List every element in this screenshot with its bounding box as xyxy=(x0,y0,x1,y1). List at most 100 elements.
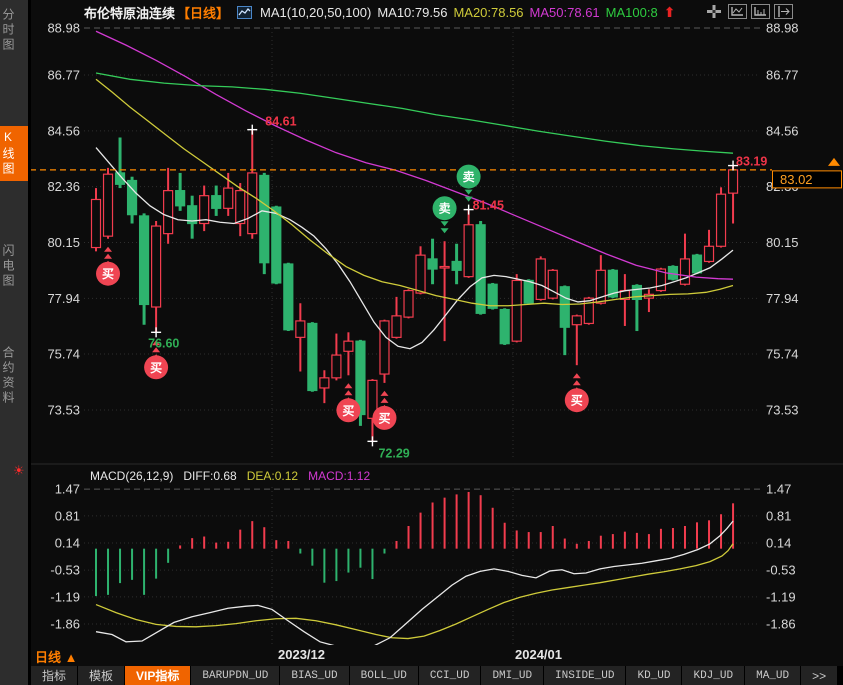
buy-arrow-icon xyxy=(344,390,352,395)
sidebar-tab-contract-info[interactable]: 合约资料 xyxy=(0,342,28,410)
candle-body xyxy=(296,321,305,337)
period-tag: 【日线】 xyxy=(177,3,229,22)
x-axis-date: 2024/01 xyxy=(515,647,562,662)
candle-body xyxy=(572,316,581,325)
indicator-tab-7[interactable]: DMI_UD xyxy=(481,666,543,685)
period-selector[interactable]: 日线 ▲ xyxy=(35,647,77,666)
candle-body xyxy=(176,191,185,206)
buy-arrow-icon xyxy=(380,391,388,396)
candle-body xyxy=(140,216,149,305)
candle-body xyxy=(92,199,101,247)
indicator-tab-6[interactable]: CCI_UD xyxy=(419,666,481,685)
alert-icon[interactable]: ☀ xyxy=(13,463,25,479)
extreme-price-label: 72.29 xyxy=(378,446,409,460)
indicator-tab-bar: 指标模板VIP指标BARUPDN_UDBIAS_UDBOLL_UDCCI_UDD… xyxy=(31,666,843,685)
indicator-tab-12[interactable]: >> xyxy=(801,666,837,685)
indicator-tab-3[interactable]: BARUPDN_UD xyxy=(191,666,279,685)
candle-body xyxy=(260,175,269,262)
candle-body xyxy=(440,267,449,269)
chart-header: 布伦特原油连续 【日线】 MA1(10,20,50,100) MA10:79.5… xyxy=(84,2,675,22)
dea-line xyxy=(96,544,733,639)
price-tick-left: 75.74 xyxy=(47,347,80,362)
x-axis-date: 2023/12 xyxy=(278,647,325,662)
candle-body xyxy=(332,355,341,378)
trading-app-window: 88.9888.9886.7786.7784.5684.5682.3682.36… xyxy=(0,0,843,685)
scroll-to-latest-icon[interactable] xyxy=(828,158,840,166)
macd-header: MACD(26,12,9) DIFF:0.68 DEA:0.12 MACD:1.… xyxy=(90,469,370,483)
x-axis-row: 日线 ▲ 2023/12 2024/01 xyxy=(31,645,843,666)
buy-signal-label: 买 xyxy=(378,411,390,425)
candle-body xyxy=(693,255,702,273)
buy-arrow-icon xyxy=(573,380,581,385)
indicator-tab-10[interactable]: KDJ_UD xyxy=(682,666,744,685)
sidebar-tab-kline[interactable]: K线图 xyxy=(0,126,28,181)
buy-signal-label: 买 xyxy=(342,404,354,418)
candle-body xyxy=(500,310,509,344)
macd-tick-right: -1.19 xyxy=(766,589,796,604)
price-tick-left: 77.94 xyxy=(47,291,80,306)
candle-body xyxy=(488,284,497,308)
price-tick-left: 88.98 xyxy=(47,21,80,36)
buy-arrow-icon xyxy=(344,383,352,388)
candle-body xyxy=(464,225,473,277)
sell-arrow-icon xyxy=(441,221,449,226)
macd-name: MACD(26,12,9) xyxy=(90,469,173,483)
macd-tick-right: 0.81 xyxy=(766,508,791,523)
indicator-tab-5[interactable]: BOLL_UD xyxy=(350,666,418,685)
price-tick-left: 80.15 xyxy=(47,235,80,250)
ma50-value: MA50:78.61 xyxy=(530,5,600,20)
price-tick-left: 84.56 xyxy=(47,123,80,138)
macd-tick-right: -0.53 xyxy=(766,563,796,578)
indicator-tab-2[interactable]: VIP指标 xyxy=(125,666,190,685)
fit-chart-icon[interactable] xyxy=(728,3,747,19)
indicator-tab-8[interactable]: INSIDE_UD xyxy=(544,666,625,685)
candle-body xyxy=(320,378,329,388)
instrument-title: 布伦特原油连续 xyxy=(84,3,175,22)
candle-body xyxy=(224,188,233,208)
macd-tick-left: 1.47 xyxy=(55,482,80,497)
candle-body xyxy=(452,261,461,270)
macd-tick-left: 0.81 xyxy=(55,508,80,523)
candle-body xyxy=(284,264,293,330)
extreme-price-label: 84.61 xyxy=(265,115,296,129)
pan-crosshair-icon[interactable] xyxy=(705,3,724,19)
indicator-tab-0[interactable]: 指标 xyxy=(31,666,77,685)
extreme-price-label: 76.60 xyxy=(148,336,179,350)
ma-settings-label: MA1(10,20,50,100) xyxy=(260,5,371,20)
up-arrow-icon: ⬆ xyxy=(664,4,676,21)
buy-signal-label: 买 xyxy=(150,361,162,375)
candle-body xyxy=(416,255,425,293)
price-tick-left: 82.36 xyxy=(47,179,80,194)
candle-body xyxy=(272,207,281,283)
candle-body xyxy=(548,270,557,298)
buy-signal-label: 买 xyxy=(571,394,583,408)
ma10-value: MA10:79.56 xyxy=(377,5,447,20)
pane-shift-icon[interactable] xyxy=(774,3,793,19)
candle-body xyxy=(380,321,389,374)
sidebar-tab-timeline[interactable]: 分时图 xyxy=(0,4,28,57)
macd-tick-right: 0.14 xyxy=(766,536,791,551)
macd-value: MACD:1.12 xyxy=(308,469,370,483)
chart-canvas: 88.9888.9886.7786.7784.5684.5682.3682.36… xyxy=(0,0,843,685)
mini-chart-icon[interactable] xyxy=(235,4,254,20)
buy-arrow-icon xyxy=(104,254,112,259)
price-tick-right: 75.74 xyxy=(766,347,799,362)
indicator-tab-9[interactable]: KD_UD xyxy=(626,666,681,685)
ma-line-ma20 xyxy=(96,79,733,305)
current-price-value: 83.02 xyxy=(780,172,813,187)
ma-line-ma100 xyxy=(96,73,733,153)
sell-signal-label: 卖 xyxy=(463,169,475,184)
candle-body xyxy=(152,226,161,307)
left-sidebar: 分时图 K线图 闪电图 合约资料 xyxy=(0,0,31,685)
candle-body xyxy=(560,287,569,327)
scale-chart-icon[interactable] xyxy=(751,3,770,19)
buy-arrow-icon xyxy=(380,398,388,403)
candle-body xyxy=(236,191,245,224)
sidebar-tab-flash[interactable]: 闪电图 xyxy=(0,240,28,293)
indicator-tab-4[interactable]: BIAS_UD xyxy=(280,666,348,685)
indicator-tab-11[interactable]: MA_UD xyxy=(745,666,800,685)
candle-body xyxy=(248,173,257,234)
candle-body xyxy=(536,259,545,299)
price-tick-left: 86.77 xyxy=(47,68,80,83)
indicator-tab-1[interactable]: 模板 xyxy=(78,666,124,685)
